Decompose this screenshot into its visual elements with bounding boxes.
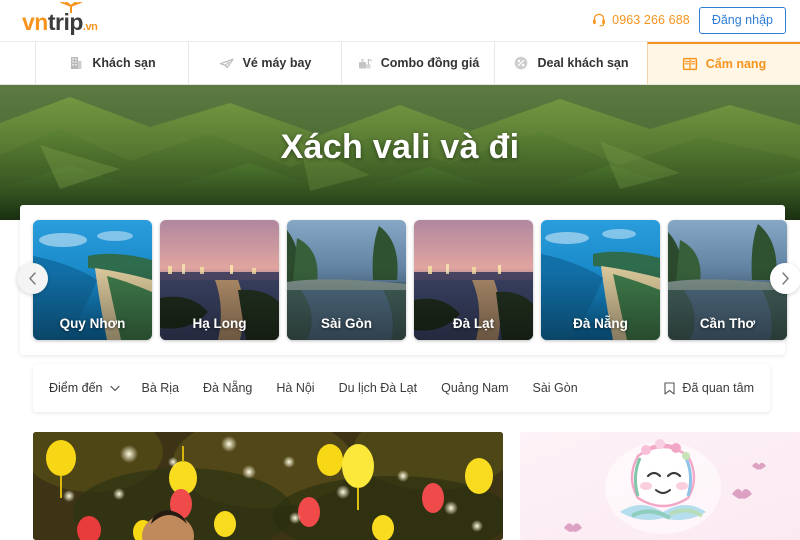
nav-left-spacer (0, 42, 35, 84)
destination-name: Sài Gòn (320, 316, 372, 331)
destination-name: Cần Thơ (699, 316, 756, 331)
plane-icon (219, 58, 234, 69)
chevron-left-icon (29, 272, 36, 285)
page-root: vntrip.vn 0963 266 688 Đăng nhập Khách s… (0, 0, 800, 540)
nav-tab-deal-khach-san[interactable]: Deal khách sạn (494, 42, 647, 84)
filter-tag[interactable]: Sài Gòn (533, 381, 578, 395)
destination-name: Đà Lạt (452, 316, 495, 331)
saved-items-button[interactable]: Đã quan tâm (664, 381, 754, 395)
destination-name: Đà Nẵng (573, 316, 628, 331)
combo-icon (358, 58, 372, 69)
filter-bar: Điểm đến Bà Rịa Đà Nẵng Hà Nội Du lịch Đ… (33, 364, 770, 412)
destination-card[interactable]: Sài Gòn (287, 220, 406, 340)
destination-name: Hạ Long (192, 316, 247, 331)
destination-card[interactable]: Đà Lạt (414, 220, 533, 340)
headset-icon (593, 13, 606, 27)
filter-tag[interactable]: Đà Nẵng (203, 381, 252, 395)
destination-dropdown[interactable]: Điểm đến (49, 381, 120, 395)
destination-card[interactable]: Hạ Long (160, 220, 279, 340)
login-button[interactable]: Đăng nhập (698, 6, 786, 34)
destination-card[interactable]: Quy Nhơn (33, 220, 152, 340)
nav-tab-cam-nang[interactable]: Cẩm nang (647, 42, 800, 84)
filter-tag[interactable]: Bà Rịa (142, 381, 180, 395)
hotel-icon (71, 57, 82, 69)
article-card-illustration[interactable] (520, 432, 800, 540)
destination-dropdown-label: Điểm đến (49, 381, 103, 395)
saved-items-label: Đã quan tâm (682, 381, 754, 395)
sparkle-icon (60, 2, 82, 13)
nav-tab-label: Combo đồng giá (380, 56, 480, 70)
hero-banner: Xách vali và đi (0, 85, 800, 220)
nav-tab-ve-may-bay[interactable]: Vé máy bay (188, 42, 341, 84)
main-nav: Khách sạn Vé máy bay Combo đồng giá Deal… (0, 41, 800, 85)
destination-card[interactable]: Đà Nẵng (541, 220, 660, 340)
destination-carousel: Quy Nhơn Hạ Long Sài Gòn Đà Lạt Đà Nẵng … (20, 205, 787, 355)
article-card-lanterns[interactable] (33, 432, 503, 540)
chevron-down-icon (109, 385, 120, 391)
destination-card-list: Quy Nhơn Hạ Long Sài Gòn Đà Lạt Đà Nẵng … (33, 220, 787, 340)
nav-tab-combo-dong-gia[interactable]: Combo đồng giá (341, 42, 494, 84)
article-image (520, 432, 800, 540)
logo-vn: vn (22, 9, 48, 35)
chevron-right-icon (782, 272, 789, 285)
logo-text: vntrip.vn (22, 2, 98, 35)
top-bar: vntrip.vn 0963 266 688 Đăng nhập (0, 0, 800, 41)
hero-title: Xách vali và đi (280, 128, 520, 166)
nav-tab-label: Cẩm nang (705, 57, 767, 71)
filter-tag[interactable]: Hà Nội (276, 381, 314, 395)
destination-name: Quy Nhơn (59, 316, 126, 331)
book-icon (682, 57, 697, 71)
percent-icon (515, 56, 528, 70)
carousel-next-button[interactable] (770, 263, 800, 294)
site-logo[interactable]: vntrip.vn (22, 2, 98, 35)
bookmark-icon (664, 381, 675, 395)
nav-tab-label: Vé máy bay (242, 56, 312, 70)
support-phone[interactable]: 0963 266 688 (592, 13, 690, 27)
logo-tld: .vn (82, 21, 98, 33)
header-actions: 0963 266 688 Đăng nhập (592, 5, 786, 35)
phone-number: 0963 266 688 (612, 13, 690, 27)
nav-tab-label: Khách sạn (92, 56, 156, 70)
nav-tab-label: Deal khách sạn (537, 56, 629, 70)
filter-tag[interactable]: Quảng Nam (441, 381, 508, 395)
article-image (33, 432, 503, 540)
nav-tab-khach-san[interactable]: Khách sạn (35, 42, 188, 84)
carousel-prev-button[interactable] (17, 263, 48, 294)
filter-tag[interactable]: Du lịch Đà Lạt (339, 381, 418, 395)
